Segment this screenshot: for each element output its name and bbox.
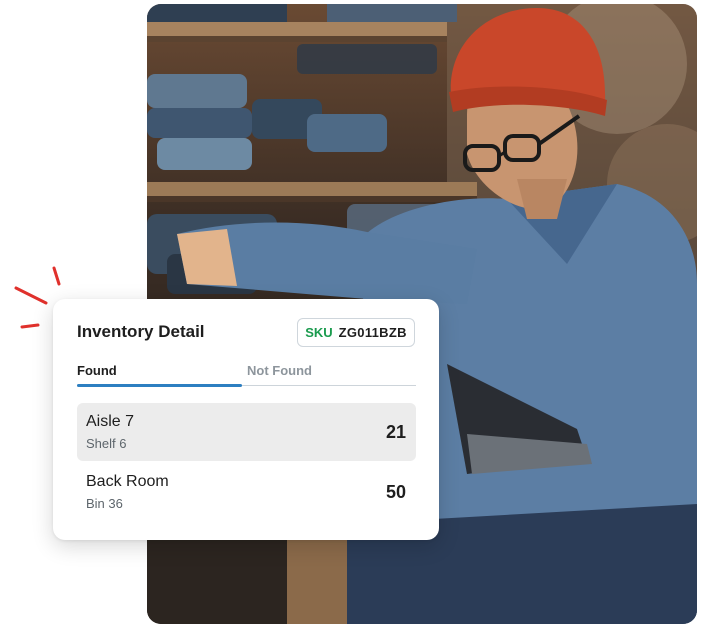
location-row[interactable]: Aisle 7 Shelf 6 21 bbox=[77, 403, 416, 461]
card-title: Inventory Detail bbox=[77, 322, 205, 341]
sku-value: ZG011BZB bbox=[338, 325, 407, 340]
sku-badge: SKU ZG011BZB bbox=[297, 318, 415, 347]
sku-label: SKU bbox=[305, 325, 333, 340]
tab-bar: Found Not Found bbox=[77, 361, 416, 387]
inventory-detail-card: Inventory Detail SKU ZG011BZB Found Not … bbox=[53, 299, 439, 540]
location-quantity: 50 bbox=[385, 482, 406, 502]
location-row[interactable]: Back Room Bin 36 50 bbox=[77, 463, 416, 521]
tab-found[interactable]: Found bbox=[77, 363, 117, 378]
location-name: Back Room bbox=[86, 473, 169, 490]
location-quantity: 21 bbox=[385, 422, 406, 442]
location-name: Aisle 7 bbox=[86, 413, 135, 430]
location-detail: Shelf 6 bbox=[86, 436, 127, 451]
active-tab-indicator bbox=[77, 384, 242, 387]
tab-not-found[interactable]: Not Found bbox=[247, 363, 312, 378]
location-detail: Bin 36 bbox=[86, 496, 123, 511]
